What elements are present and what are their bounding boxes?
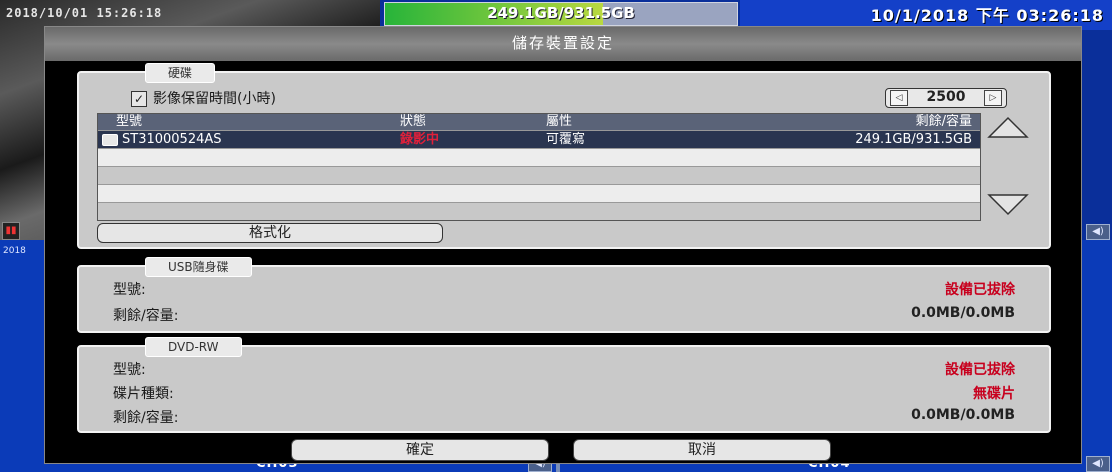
table-row[interactable]: ST31000524AS 錄影中 可覆寫 249.1GB/931.5GB <box>98 130 980 148</box>
record-icon: ▮▮ <box>2 222 20 240</box>
camera-timestamp: 2018/10/01 15:26:18 <box>6 6 163 20</box>
table-row[interactable] <box>98 202 980 220</box>
retention-checkbox[interactable]: ✓ <box>131 91 147 107</box>
system-clock: 10/1/2018 下午 03:26:18 <box>870 6 1104 25</box>
hdd-usage-text: 249.1GB/931.5GB <box>487 4 635 22</box>
scroll-up-icon[interactable] <box>987 115 1029 139</box>
decrement-icon[interactable]: ◁ <box>890 90 908 106</box>
hdd-table: 型號 狀態 屬性 剩餘/容量 ST31000524AS 錄影中 可覆寫 249.… <box>97 113 981 221</box>
retention-stepper[interactable]: ◁ 2500 ▷ <box>885 88 1007 108</box>
usb-model-value: 設備已拔除 <box>945 282 1015 298</box>
retention-value: 2500 <box>926 89 966 105</box>
row-select-checkbox[interactable] <box>102 134 118 146</box>
cancel-button[interactable]: 取消 <box>573 439 831 461</box>
dvd-disc-label: 碟片種類: <box>113 386 174 402</box>
dvd-capacity-label: 剩餘/容量: <box>113 410 179 426</box>
dvd-panel: DVD-RW 型號: 設備已拔除 碟片種類: 無碟片 剩餘/容量: 0.0MB/… <box>77 337 1051 433</box>
format-button[interactable]: 格式化 <box>97 223 443 243</box>
hdd-panel-tab: 硬碟 <box>145 63 216 83</box>
table-row[interactable] <box>98 184 980 202</box>
retention-label: 影像保留時間(小時) <box>153 91 276 107</box>
table-row[interactable] <box>98 166 980 184</box>
ok-button[interactable]: 確定 <box>291 439 549 461</box>
usb-model-label: 型號: <box>113 282 146 298</box>
scroll-down-icon[interactable] <box>987 193 1029 217</box>
side-date: 2018 <box>3 246 26 256</box>
storage-settings-dialog: 儲存裝置設定 硬碟 ✓ 影像保留時間(小時) ◁ 2500 ▷ 型號 狀態 屬性… <box>44 26 1082 464</box>
usb-capacity-label: 剩餘/容量: <box>113 308 179 324</box>
hdd-panel: 硬碟 ✓ 影像保留時間(小時) ◁ 2500 ▷ 型號 狀態 屬性 剩餘/容量 … <box>77 63 1051 249</box>
dvd-model-value: 設備已拔除 <box>945 362 1015 378</box>
column-header-attr: 屬性 <box>546 114 573 129</box>
dvd-disc-value: 無碟片 <box>973 386 1015 402</box>
usb-panel-tab: USB隨身碟 <box>145 257 252 277</box>
dvd-panel-tab: DVD-RW <box>145 337 242 357</box>
usb-capacity-value: 0.0MB/0.0MB <box>911 305 1015 321</box>
column-header-model: 型號 <box>116 114 143 129</box>
row-capacity: 249.1GB/931.5GB <box>855 132 972 147</box>
column-header-capacity: 剩餘/容量 <box>915 114 972 129</box>
row-status: 錄影中 <box>400 132 440 147</box>
column-header-status: 狀態 <box>400 114 427 129</box>
increment-icon[interactable]: ▷ <box>984 90 1002 106</box>
dialog-title: 儲存裝置設定 <box>45 27 1081 61</box>
usb-panel: USB隨身碟 型號: 設備已拔除 剩餘/容量: 0.0MB/0.0MB <box>77 257 1051 333</box>
table-header: 型號 狀態 屬性 剩餘/容量 <box>98 114 980 130</box>
row-model: ST31000524AS <box>122 132 222 147</box>
table-row[interactable] <box>98 148 980 166</box>
dvd-capacity-value: 0.0MB/0.0MB <box>911 407 1015 423</box>
hdd-usage-bar: 249.1GB/931.5GB <box>384 2 738 26</box>
row-attr: 可覆寫 <box>546 132 586 147</box>
dvd-model-label: 型號: <box>113 362 146 378</box>
speaker-icon[interactable]: ◀) <box>1086 224 1110 240</box>
speaker-icon[interactable]: ◀) <box>1086 456 1110 472</box>
